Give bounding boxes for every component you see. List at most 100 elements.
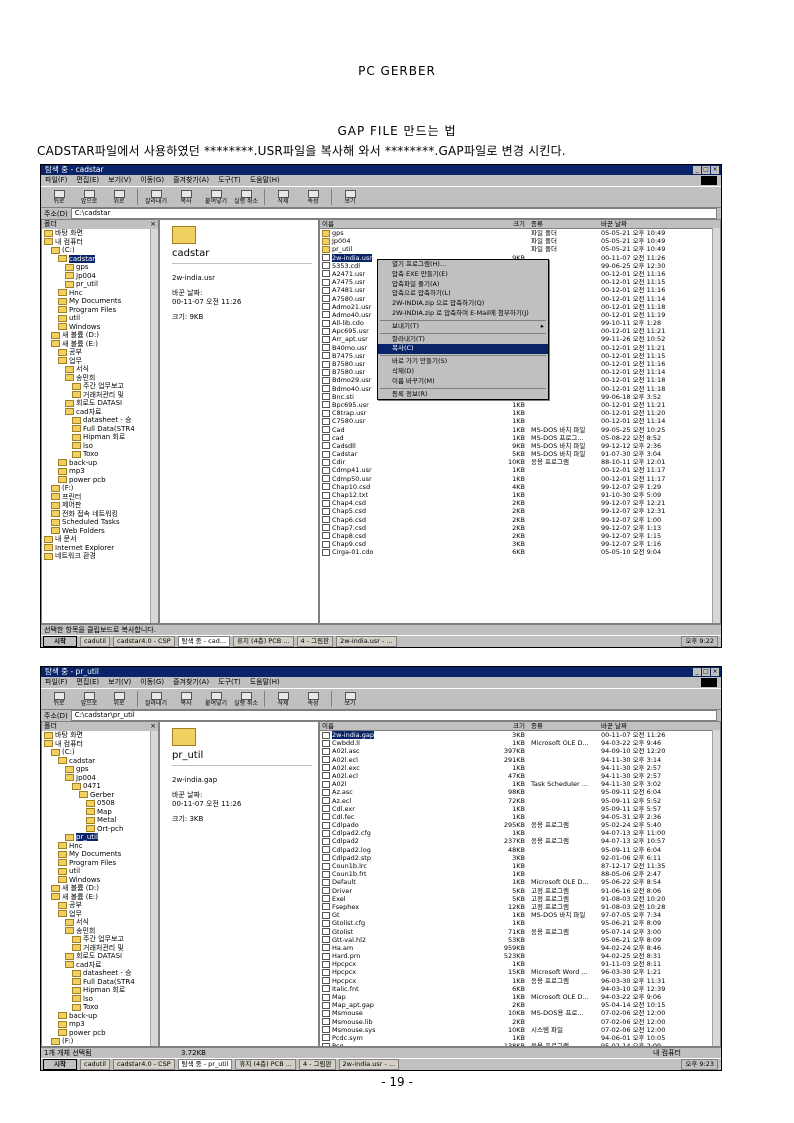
close-icon[interactable]: ×: [711, 166, 719, 174]
table-row[interactable]: Gtt-val.hl2 53KB 95-06-21 오후 8:09: [320, 936, 720, 944]
table-row[interactable]: gps 파일 폴더 05-05-21 오후 10:49: [320, 229, 720, 237]
column-header[interactable]: 이름: [320, 722, 497, 730]
toolbar-button[interactable]: 실행 취소: [232, 189, 260, 205]
tree-node[interactable]: lso: [42, 442, 158, 451]
toolbar-button[interactable]: 속성: [299, 189, 327, 205]
close-icon[interactable]: ×: [150, 220, 156, 229]
table-row[interactable]: Chap7.csd 2KB 99-12-07 오후 1:13: [320, 524, 720, 532]
table-row[interactable]: Cdlpad2.log 48KB 95-09-11 오후 6:04: [320, 846, 720, 854]
tree-node[interactable]: 회로도 DATASI: [42, 952, 158, 961]
tree-node[interactable]: 공부: [42, 901, 158, 910]
table-row[interactable]: Italic.fnt 6KB 94-03-10 오후 12:39: [320, 985, 720, 993]
table-row[interactable]: Gtolist 71KB 응용 프로그램 95-07-14 오후 3:00: [320, 928, 720, 936]
table-row[interactable]: Az.asc 98KB 95-09-11 오전 6:04: [320, 788, 720, 796]
tree-node[interactable]: Jp004: [42, 272, 158, 281]
tree-node[interactable]: 송민희: [42, 927, 158, 936]
tree-node[interactable]: Toxo: [42, 450, 158, 459]
table-row[interactable]: Chap9.csd 3KB 99-12-07 오후 1:16: [320, 540, 720, 548]
tree-node[interactable]: 회로도 DATASI: [42, 399, 158, 408]
window-titlebar[interactable]: 탐색 중 - pr_util _ □ ×: [41, 667, 721, 677]
tree-node[interactable]: 새 볼륨 (D:): [42, 884, 158, 893]
table-row[interactable]: C8trap.usr 1KB 00-12-01 오전 11:20: [320, 409, 720, 417]
tree-node[interactable]: Full Data(STR4: [42, 978, 158, 987]
toolbar-button[interactable]: 복사: [172, 189, 200, 205]
tree-node[interactable]: datasheet - 승: [42, 416, 158, 425]
tree-node[interactable]: Internet Explorer: [42, 544, 158, 553]
table-row[interactable]: Cdlpado 295KB 응용 프로그램 95-02-24 오후 5:40: [320, 821, 720, 829]
close-icon[interactable]: ×: [711, 668, 719, 676]
table-row[interactable]: Hpcpcx 1KB 91-11-03 오전 8:11: [320, 960, 720, 968]
toolbar-button[interactable]: 붙여넣기: [202, 691, 230, 707]
table-row[interactable]: Default 1KB Microsoft OLE D... 95-06-22 오후 …: [320, 878, 720, 886]
tree-node[interactable]: Scheduled Tasks: [42, 518, 158, 527]
tree-node[interactable]: Hnc: [42, 289, 158, 298]
table-row[interactable]: Cwbdd.ll 1KB Microsoft OLE D... 94-03-22 오후…: [320, 739, 720, 747]
tree-node[interactable]: power pcb: [42, 476, 158, 485]
tree-node[interactable]: mp3: [42, 1020, 158, 1029]
tree-node[interactable]: 내 문서: [42, 535, 158, 544]
minimize-icon[interactable]: _: [693, 166, 701, 174]
context-menu-item[interactable]: 이름 바꾸기(M): [378, 377, 548, 387]
tree-node[interactable]: cadstar: [42, 757, 158, 766]
menu-item[interactable]: 즐겨찾기(A): [173, 175, 209, 186]
taskbar-button[interactable]: cadutil: [80, 636, 110, 647]
table-row[interactable]: Chap8.csd 2KB 99-12-07 오후 1:15: [320, 532, 720, 540]
list-scrollbar[interactable]: [712, 730, 720, 1046]
table-row[interactable]: Jp004 파일 폴더 05-05-21 오후 10:49: [320, 237, 720, 245]
table-row[interactable]: Cad 1KB MS-DOS 바치 파일 99-05-25 오전 10:25: [320, 426, 720, 434]
taskbar-button[interactable]: cadstar4.0 - CSP: [112, 636, 175, 647]
toolbar-button[interactable]: 실행 취소: [232, 691, 260, 707]
table-row[interactable]: A02l.ecl 291KB 94-11-30 오후 3:14: [320, 756, 720, 764]
table-row[interactable]: Chap5.csd 2KB 99-12-07 오후 12:31: [320, 507, 720, 515]
tree-node[interactable]: 바탕 화면: [42, 229, 158, 238]
table-row[interactable]: Cdlpad2.stp 3KB 92-01-06 오후 6:11: [320, 854, 720, 862]
table-row[interactable]: A02l 1KB Task Scheduler ... 94-11-30 오후 3:0…: [320, 780, 720, 788]
context-menu-item[interactable]: 압축 EXE 만들기(E): [378, 270, 548, 280]
menu-item[interactable]: 도움말(H): [250, 175, 280, 186]
table-row[interactable]: Cdlpad2 237KB 응용 프로그램 94-07-13 오후 10:57: [320, 837, 720, 845]
tree-node[interactable]: 새 볼륨 (D:): [42, 331, 158, 340]
tree-node[interactable]: util: [42, 314, 158, 323]
tree-node[interactable]: 0508: [42, 799, 158, 808]
toolbar-button[interactable]: 삭제: [269, 189, 297, 205]
tree-node[interactable]: 업무: [42, 357, 158, 366]
toolbar-button[interactable]: 보기: [336, 189, 364, 205]
menu-item[interactable]: 이동(G): [140, 677, 164, 688]
tree-node[interactable]: datasheet - 승: [42, 969, 158, 978]
table-row[interactable]: Hard.prn 523KB 94-02-25 오전 8:31: [320, 952, 720, 960]
tree-node[interactable]: 송민희: [42, 374, 158, 383]
tree-node[interactable]: Full Data(STR4: [42, 425, 158, 434]
table-row[interactable]: Msmouse.sys 10KB 시스템 파일 07-02-06 오전 12:00: [320, 1026, 720, 1034]
tree-node[interactable]: 거래처관리 및: [42, 391, 158, 400]
tree-node[interactable]: (C:): [42, 246, 158, 255]
column-header[interactable]: 바꾼 날짜: [597, 722, 697, 730]
taskbar-button[interactable]: 휴지 (4층) PCB ...: [235, 1059, 296, 1070]
taskbar-button[interactable]: 휴지 (4층) PCB ...: [233, 636, 294, 647]
taskbar-button[interactable]: 4 - 그림판: [296, 636, 334, 647]
context-menu-item[interactable]: 압축파일 풀기(A): [378, 280, 548, 290]
context-menu-item[interactable]: 2W-INDIA.zip 로 압축하여 E-Mail에 첨부하기(J): [378, 309, 548, 319]
menu-item[interactable]: 보기(V): [108, 677, 131, 688]
table-row[interactable]: Cirga-01.cdo 6KB 05-05-10 오전 9:04: [320, 548, 720, 556]
table-row[interactable]: Cdir 10KB 응용 프로그램 88-10-11 오후 12:01: [320, 458, 720, 466]
column-header[interactable]: 바꾼 날짜: [597, 220, 697, 228]
tree-node[interactable]: Hipman 회로: [42, 433, 158, 442]
toolbar-button[interactable]: 붙여넣기: [202, 189, 230, 205]
context-menu-item[interactable]: 삭제(D): [378, 367, 548, 377]
tree-node[interactable]: util: [42, 867, 158, 876]
menu-item[interactable]: 파일(F): [45, 175, 67, 186]
table-row[interactable]: A02l.ecl 47KB 94-11-30 오후 2:57: [320, 772, 720, 780]
taskbar-button[interactable]: 4 - 그림판: [298, 1059, 336, 1070]
tree-node[interactable]: lso: [42, 995, 158, 1004]
context-menu-item[interactable]: 잘라내기(T): [378, 335, 548, 345]
tree-node[interactable]: 주간 업무보고: [42, 382, 158, 391]
menu-item[interactable]: 이동(G): [140, 175, 164, 186]
address-input[interactable]: C:\cadstar: [70, 208, 717, 219]
table-row[interactable]: cad 1KB MS-DOS 프로그... 05-08-22 오전 8:52: [320, 434, 720, 442]
table-row[interactable]: Cadstar 5KB MS-DOS 바치 파일 91-07-30 오후 3:04: [320, 450, 720, 458]
tree-node[interactable]: 주간 업무보고: [42, 935, 158, 944]
table-row[interactable]: Ha.am 959KB 94-02-24 오후 8:46: [320, 944, 720, 952]
taskbar-button[interactable]: 탐색 중 - pr_util: [177, 1059, 233, 1070]
table-row[interactable]: Driver 5KB 고정 프로그램 91-06-16 오전 8:06: [320, 887, 720, 895]
tree-node[interactable]: Map: [42, 808, 158, 817]
